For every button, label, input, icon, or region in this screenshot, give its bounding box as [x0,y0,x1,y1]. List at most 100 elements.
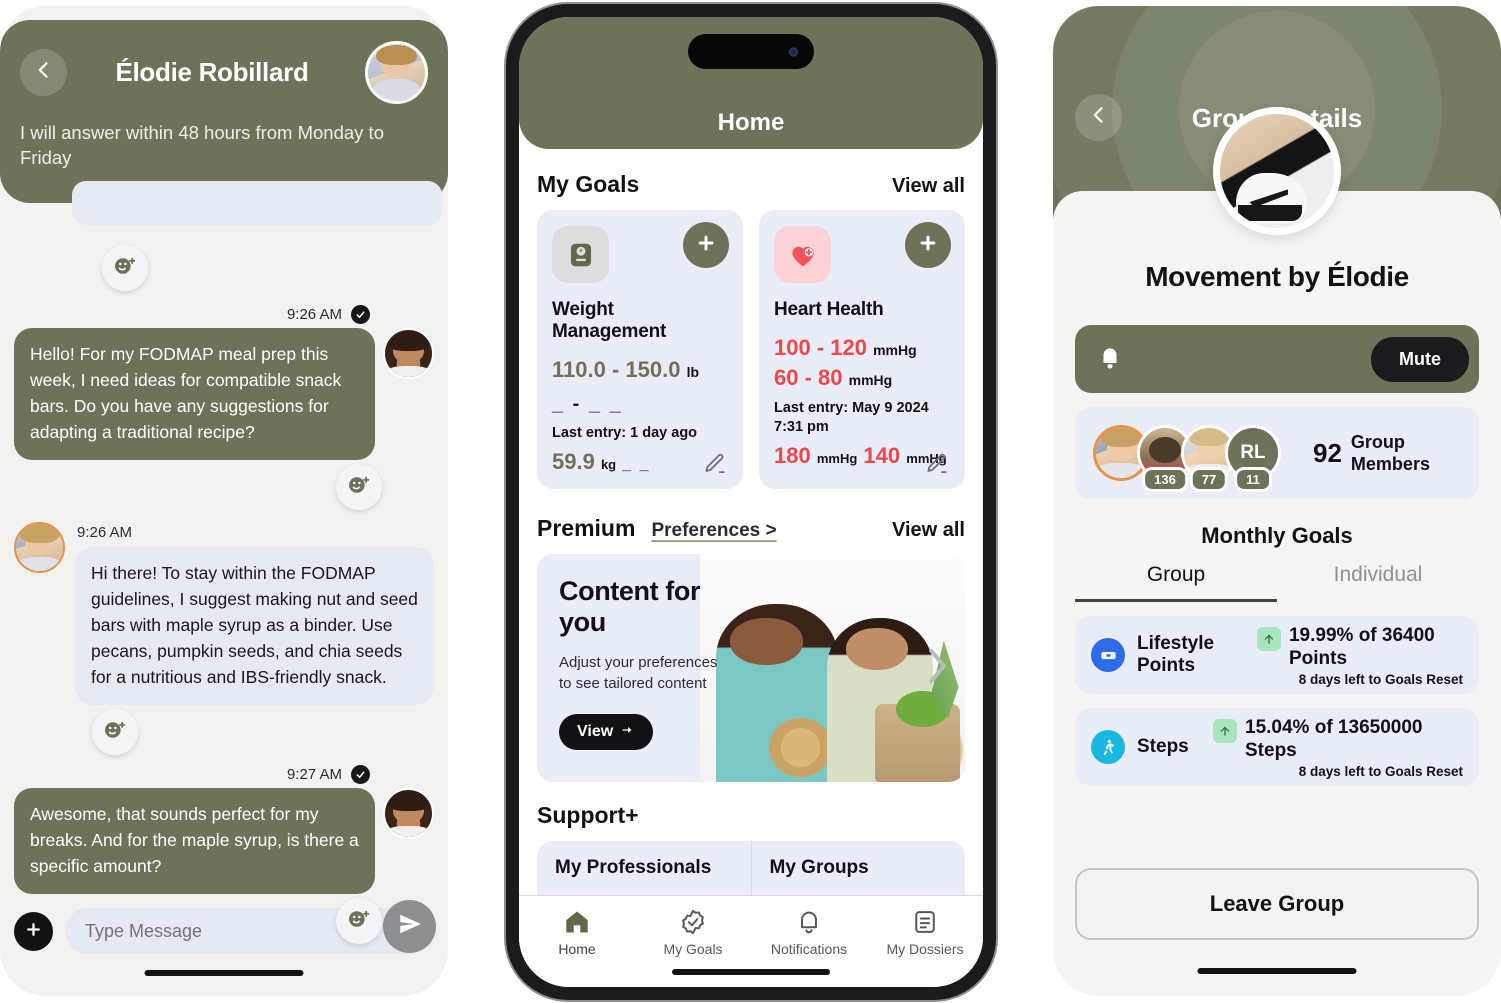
goal-current-value-2: 140 [863,443,901,468]
message-meta: 9:26 AM [14,305,434,324]
promo-card[interactable]: Content for you Adjust your preferences … [537,554,965,782]
dynamic-island [688,34,814,69]
goal-name: Weight Management [552,299,667,342]
preferences-link[interactable]: Preferences > [651,520,776,542]
goal-target-value: 100 - 120 [774,335,867,360]
goal-current-unit: kg [600,457,617,472]
member-badge: 136 [1142,467,1188,492]
home-scroll-area[interactable]: My Goals View all Weight Management 110.… [519,149,983,987]
tab-my-goals[interactable]: My Goals [635,908,751,957]
pencil-icon[interactable] [923,451,949,477]
tab-label: Notifications [770,941,848,957]
goal-cards: Weight Management 110.0 - 150.0 lb _ - _… [537,210,965,489]
bell-icon [1097,344,1123,374]
my-goals-header: My Goals View all [537,171,965,198]
plus-icon [917,232,939,259]
promo-heading: Content for you [559,576,701,637]
bell-icon [751,908,867,936]
goal-current-value: 59.9 [552,449,595,474]
goal-card-heart[interactable]: Heart Health 100 - 120 mmHg 60 - 80 mmHg… [759,210,965,489]
pencil-icon[interactable] [701,451,727,477]
document-list-icon [867,908,983,936]
home-indicator [1197,968,1357,974]
goal-placeholder-dashes: _ - _ _ [552,393,623,415]
message-row[interactable]: Hello! For my FODMAP meal prep this week… [14,328,434,460]
member-avatar-stack[interactable]: 136 77 RL 11 [1093,420,1281,492]
tab-home[interactable]: Home [519,908,635,957]
message-meta: 9:27 AM [14,765,434,784]
avatar[interactable] [14,522,65,573]
goal-target-unit: mmHg [873,342,917,358]
goal-target-value-2: 60 - 80 [774,365,843,390]
reaction-button[interactable] [14,464,382,510]
tab-label: My Dossiers [886,941,964,957]
group-avatar[interactable] [1213,107,1341,235]
message-row[interactable]: 9:26 AM Hi there! To stay within the FOD… [14,522,434,705]
add-attachment-button[interactable] [14,912,53,951]
support-header: Support+ [537,802,965,829]
members-card[interactable]: 136 77 RL 11 92 Group Members [1075,407,1479,499]
goal-current-unit: mmHg [816,451,858,466]
section-title: Support+ [537,802,639,828]
add-reaction-icon [112,253,138,284]
monthly-goals-title: Monthly Goals [1201,523,1353,548]
home-icon [519,908,635,936]
plus-icon [695,232,717,259]
goal-current-dashes: _ _ [622,456,651,473]
badge-check-icon [635,908,751,936]
premium-header: Premium Preferences > View all [537,515,965,542]
goal-row-name: Lifestyle Points [1137,633,1215,676]
add-reaction-icon [346,906,372,937]
home-indicator [672,969,830,975]
home-screen-device: Home My Goals View all Weight Management… [506,4,996,1000]
monthly-goals-tabs: Group Individual [1075,563,1479,602]
reaction-button[interactable] [102,245,434,291]
send-icon [397,911,423,942]
goal-last-entry: Last entry: May 9 2024 7:31 pm [774,400,929,435]
add-weight-entry-button[interactable] [683,222,729,268]
contact-avatar[interactable] [365,40,428,104]
tab-my-dossiers[interactable]: My Dossiers [867,908,983,957]
member-badge: 11 [1234,467,1272,492]
goal-target-unit-2: mmHg [848,372,893,388]
avatar[interactable] [383,788,434,839]
section-title: Premium [537,515,636,541]
member-avatar-initials[interactable]: RL 11 [1225,425,1281,492]
message-composer [0,878,448,996]
goal-card-weight[interactable]: Weight Management 110.0 - 150.0 lb _ - _… [537,210,743,489]
message-bubble-outgoing: Hello! For my FODMAP meal prep this week… [14,328,375,460]
goal-row-lifestyle-points[interactable]: Lifestyle Points 19.99% of 36400 Points … [1075,616,1479,694]
add-heart-entry-button[interactable] [905,222,951,268]
tab-notifications[interactable]: Notifications [751,908,867,957]
goal-row-sub: 8 days left to Goals Reset [1298,763,1463,779]
promo-view-label: View [577,723,614,740]
view-all-premium-link[interactable]: View all [892,519,965,542]
add-reaction-icon [346,472,372,503]
goal-target-value: 110.0 - 150.0 [552,357,681,382]
promo-view-button[interactable]: View [559,714,654,750]
message-bubble-incoming: Hi there! To stay within the FODMAP guid… [75,547,434,705]
tab-label: Home [558,941,596,957]
leave-group-button[interactable]: Leave Group [1075,868,1479,940]
mute-button[interactable]: Mute [1371,336,1469,382]
goal-row-steps[interactable]: Steps 15.04% of 13650000 Steps 8 days le… [1075,708,1479,786]
message-list[interactable]: 9:26 AM Hello! For my FODMAP meal prep t… [0,181,448,944]
tile-title: My Professionals [555,857,712,878]
avatar[interactable] [383,328,434,379]
tab-individual[interactable]: Individual [1277,563,1479,602]
section-title: My Goals [537,171,640,197]
home-header: Home [519,17,983,149]
view-all-goals-link[interactable]: View all [892,175,965,198]
goal-row-stat: 15.04% of 13650000 Steps [1245,716,1423,761]
three-phone-mockup: Élodie Robillard I will answer within 48… [0,0,1501,1003]
mute-bar: Mute [1075,325,1479,393]
message-time: 9:26 AM [286,306,342,323]
home-indicator [144,970,304,976]
previous-message-partial [72,181,442,225]
ticket-icon [1091,638,1125,672]
send-button[interactable] [383,900,436,953]
tab-group[interactable]: Group [1075,563,1277,602]
chevron-right-icon[interactable] [923,645,951,691]
reaction-button[interactable] [92,709,434,755]
member-count: 92 Group Members [1313,431,1461,475]
